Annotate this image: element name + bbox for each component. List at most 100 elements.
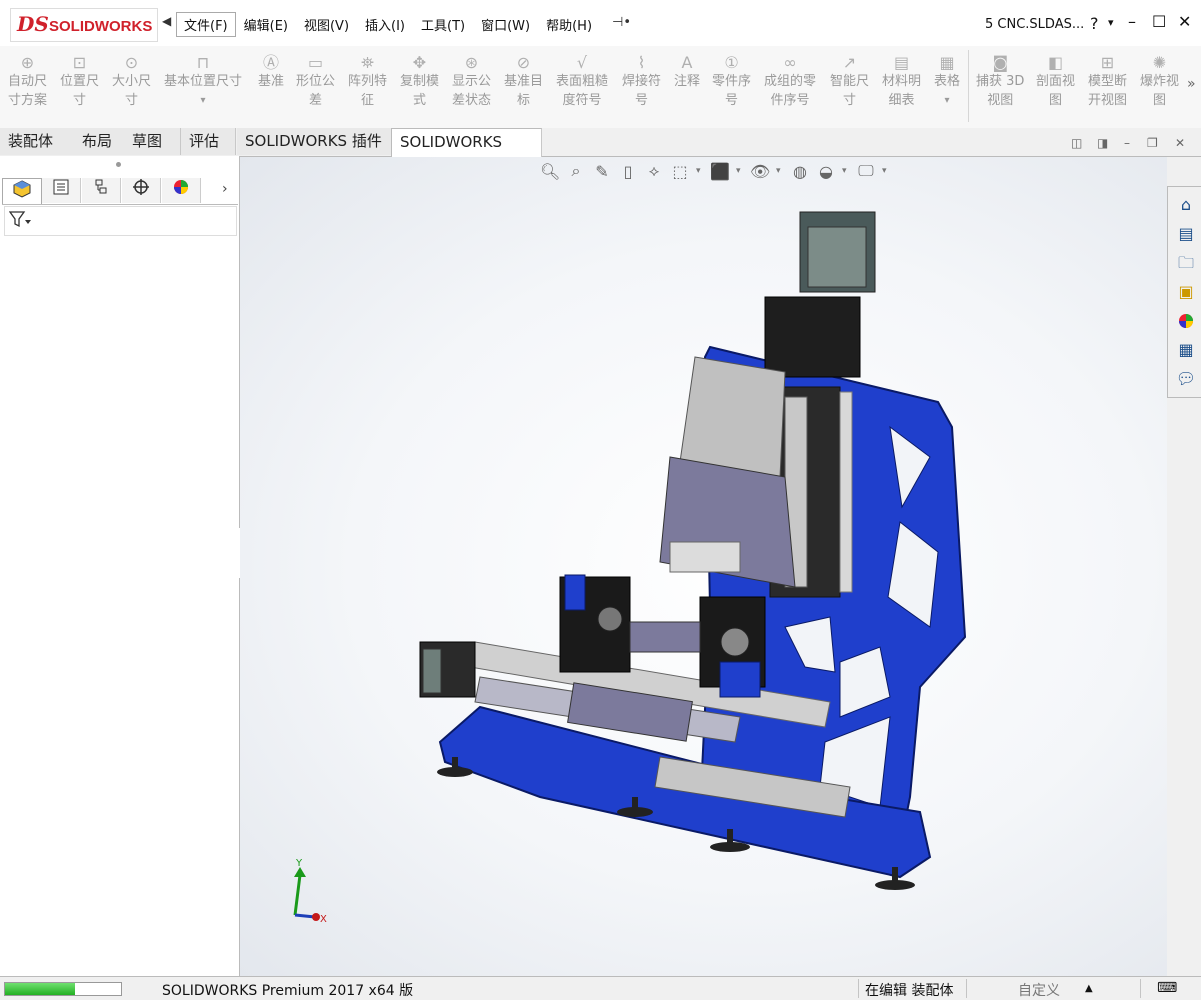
ribbon-more-icon[interactable]: » (1187, 76, 1196, 92)
ribbon-button-size-dimension[interactable]: ⊙ 大小尺寸 (112, 54, 151, 110)
auto-dimension-icon: ⊕ (20, 53, 35, 72)
filter-icon[interactable] (8, 210, 31, 232)
custom-units-label[interactable]: 自定义 (1018, 980, 1060, 1000)
units-dropdown-icon[interactable]: ▲ (1085, 983, 1093, 994)
solidworks-resources-home-icon[interactable]: ⌂ (1171, 191, 1201, 219)
file-explorer-icon[interactable]: 🗀︎ (1171, 249, 1201, 277)
edit-state-label: 在编辑 装配体 (865, 983, 954, 999)
ribbon-button-auto-dimension[interactable]: ⊕ 自动尺 寸方案 (8, 54, 47, 110)
size-dimension-icon: ⊙ (124, 53, 139, 72)
viewport-close-icon[interactable]: ✕ (1175, 136, 1185, 150)
ribbon-button-table[interactable]: ▦ 表格 ▾ (934, 54, 960, 110)
dimxpert-manager-tab-icon[interactable] (122, 178, 161, 203)
minimize-button[interactable]: – (1128, 12, 1136, 31)
document-title: 5 CNC.SLDAS... (985, 17, 1085, 32)
status-bar: SOLIDWORKS Premium 2017 x64 版 在编辑 装配体 自定… (0, 976, 1201, 1000)
ribbon-button-label: 表面粗糙 (556, 74, 609, 89)
appearances-scenes-icon[interactable] (1171, 307, 1201, 335)
triad-x-label: X (320, 914, 327, 925)
ribbon-button-show-tolerance-status[interactable]: ⊛ 显示公 差状态 (452, 54, 491, 110)
ds-logo-mark: DS (17, 12, 49, 36)
ribbon-button-capture-3d-view[interactable]: ◙ 捕获 3D 视图 (976, 54, 1024, 110)
smart-dimension-icon: ↗ (842, 53, 857, 72)
ribbon-button-datum[interactable]: Ⓐ 基准 (258, 54, 284, 91)
quick-tips-icon[interactable]: ⌨ (1157, 980, 1177, 996)
feature-manager-panel: › (0, 156, 240, 976)
ribbon-button-label-line2: 寸 (125, 93, 139, 108)
menu-edit[interactable]: 编辑(E) (236, 12, 296, 37)
tab-sketch[interactable]: 草图 (124, 128, 181, 155)
view-palette-icon[interactable]: ▣ (1171, 278, 1201, 306)
display-manager-tab-icon[interactable] (162, 178, 201, 203)
ribbon-button-note[interactable]: A 注释 (674, 54, 700, 91)
menu-tools[interactable]: 工具(T) (413, 12, 473, 37)
show-tolerance-status-icon: ⊛ (464, 53, 479, 72)
cnc-assembly-model[interactable] (240, 157, 1167, 976)
menu-file[interactable]: 文件(F) (176, 12, 236, 37)
graphics-viewport[interactable]: 🔍︎ ⌕ ✎ ▯ ⟡ ⬚ ▾ ⬛ ▾ 👁︎ ▾ ◍ ◒ ▾ 🖵︎ ▾ Y X (240, 157, 1167, 976)
tab-solidworks-addins[interactable]: SOLIDWORKS 插件 (237, 128, 392, 155)
ribbon-button-model-break-view[interactable]: ⊞ 模型断 开视图 (1088, 54, 1127, 110)
ribbon-button-exploded-view[interactable]: ✺ 爆炸视图 (1140, 54, 1179, 110)
ribbon-button-stacked-balloon[interactable]: ∞ 成组的零 件序号 (764, 54, 816, 110)
panel-grip-icon[interactable] (116, 162, 121, 167)
custom-properties-icon[interactable]: ▦ (1171, 336, 1201, 364)
bill-of-materials-icon: ▤ (893, 53, 910, 72)
ribbon-button-location-dimension[interactable]: ⊡ 位置尺寸 (60, 54, 99, 110)
copy-scheme-icon: ✥ (412, 53, 427, 72)
viewport-tile-left-icon[interactable]: ◫ (1071, 136, 1082, 150)
ribbon-button-weld-symbol[interactable]: ⌇ 焊接符号 (622, 54, 661, 110)
ribbon-button-label-line2: 差状态 (452, 93, 492, 108)
ribbon-button-copy-scheme[interactable]: ✥ 复制模式 (400, 54, 439, 110)
ribbon-button-label: 材料明 (882, 74, 922, 89)
ribbon-dropdown-icon[interactable]: ▾ (164, 91, 242, 110)
menu-bar: 文件(F) 编辑(E) 视图(V) 插入(I) 工具(T) 窗口(W) 帮助(H… (176, 12, 600, 37)
menu-view[interactable]: 视图(V) (296, 12, 357, 37)
ribbon-button-label-line2: 开视图 (1088, 93, 1128, 108)
ribbon-button-surface-finish[interactable]: √ 表面粗糙 度符号 (556, 54, 608, 110)
ribbon-button-label-line2: 标 (517, 93, 531, 108)
ribbon-button-datum-target[interactable]: ⊘ 基准目标 (504, 54, 543, 110)
feature-tree-filter[interactable] (4, 206, 237, 236)
ribbon-button-geometric-tolerance[interactable]: ▭ 形位公差 (296, 54, 335, 110)
reference-triad: Y X (293, 858, 327, 925)
stacked-balloon-icon: ∞ (783, 53, 797, 72)
ribbon-button-section-view[interactable]: ◧ 剖面视图 (1036, 54, 1075, 110)
design-library-icon[interactable]: ▤ (1171, 220, 1201, 248)
pin-menu-icon[interactable]: ⊣• (612, 15, 631, 30)
ribbon-button-balloon[interactable]: ① 零件序号 (712, 54, 751, 110)
property-manager-tab-icon[interactable] (42, 178, 81, 203)
tab-solidworks-mbd[interactable]: SOLIDWORKS MBD (391, 128, 542, 178)
ribbon-button-label-line2: 征 (361, 93, 375, 108)
maximize-button[interactable]: ☐ (1152, 12, 1166, 31)
menu-window[interactable]: 窗口(W) (473, 12, 538, 37)
menu-collapse-icon[interactable]: ◀ (162, 14, 171, 28)
help-dropdown-icon[interactable]: ▾ (1108, 16, 1114, 29)
tab-evaluate[interactable]: 评估 (181, 128, 236, 155)
help-button[interactable]: ? (1090, 14, 1099, 33)
viewport-restore-icon[interactable]: ❐ (1147, 136, 1158, 150)
ribbon-button-basic-location-dimension[interactable]: ⊓ 基本位置尺寸 ▾ (164, 54, 242, 110)
datum-target-icon: ⊘ (516, 53, 531, 72)
viewport-tile-right-icon[interactable]: ◨ (1097, 136, 1108, 150)
solidworks-logo[interactable]: DS SOLIDWORKS (10, 8, 158, 42)
ribbon-button-pattern-feature[interactable]: ⛯ 阵列特征 (348, 54, 387, 110)
ribbon-dropdown-icon[interactable]: ▾ (934, 91, 960, 110)
tab-assembly[interactable]: 装配体 (0, 128, 75, 155)
command-manager-ribbon: ⊕ 自动尺 寸方案 ⊡ 位置尺寸 ⊙ 大小尺寸 ⊓ 基本位置尺寸 ▾ Ⓐ 基准 ▭ 形位公差 ⛯ 阵列特征 ✥ 复… (0, 46, 1201, 129)
ribbon-button-label: 基本位置尺寸 (164, 74, 243, 89)
menu-help[interactable]: 帮助(H) (538, 12, 600, 37)
ribbon-button-label: 剖面视 (1036, 74, 1076, 89)
close-button[interactable]: ✕ (1178, 12, 1191, 31)
capture-3d-view-icon: ◙ (992, 53, 1008, 72)
menu-insert[interactable]: 插入(I) (357, 12, 413, 37)
panel-tabs-more-icon[interactable]: › (222, 181, 228, 197)
ribbon-button-label: 复制模 (400, 74, 440, 89)
viewport-minimize-icon[interactable]: – (1124, 136, 1130, 150)
forum-icon[interactable]: 💬︎ (1171, 365, 1201, 393)
section-view-icon: ◧ (1047, 53, 1064, 72)
ribbon-button-smart-dimension[interactable]: ↗ 智能尺寸 (830, 54, 869, 110)
feature-manager-tab-icon[interactable] (2, 178, 42, 204)
ribbon-button-bill-of-materials[interactable]: ▤ 材料明 细表 (882, 54, 921, 110)
configuration-manager-tab-icon[interactable] (82, 178, 121, 203)
